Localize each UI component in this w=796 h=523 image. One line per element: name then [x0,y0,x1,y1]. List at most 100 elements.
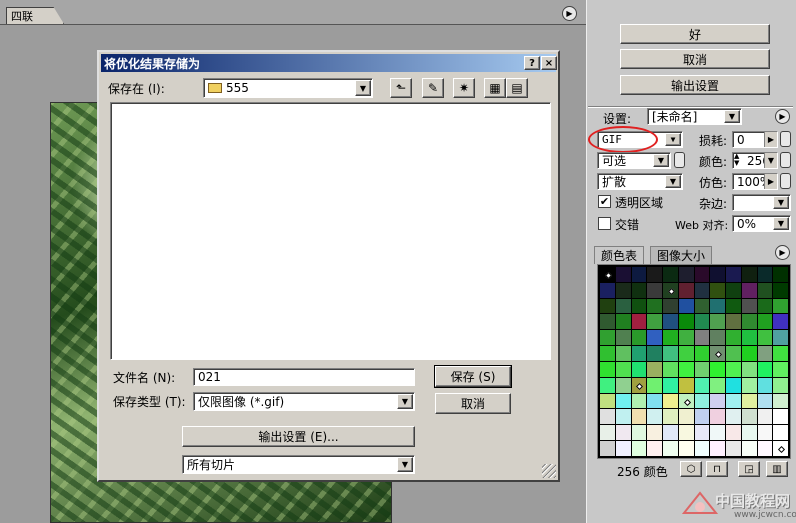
color-swatch[interactable] [773,314,788,330]
color-swatch[interactable] [678,282,694,298]
color-swatch[interactable] [773,298,788,314]
optimize-menu-arrow-icon[interactable]: ▶ [562,6,577,21]
color-swatch[interactable] [631,314,647,330]
color-swatch[interactable] [694,298,710,314]
color-swatch[interactable] [600,330,615,346]
color-swatch[interactable] [615,425,631,441]
color-swatch[interactable] [663,409,678,425]
color-swatch[interactable] [615,409,631,425]
color-swatch[interactable] [600,346,615,361]
dither-slider-arrow-icon[interactable]: ▶ [764,174,777,189]
color-swatch[interactable] [773,330,788,346]
color-swatch[interactable] [710,393,725,409]
color-swatch[interactable] [615,441,631,456]
color-swatch[interactable] [694,409,710,425]
color-swatch[interactable] [694,314,710,330]
tab-image-size[interactable]: 图像大小 [650,246,713,264]
color-swatch[interactable] [757,409,773,425]
color-swatch[interactable] [710,282,725,298]
web-snap-input[interactable]: 0% ▼ [732,215,791,232]
color-swatch[interactable] [678,441,694,456]
color-swatch[interactable] [741,409,757,425]
color-swatch[interactable] [741,361,757,377]
save-in-dropdown[interactable]: 555 ▼ [203,78,373,98]
color-swatch[interactable] [694,346,710,361]
color-swatch[interactable] [773,377,788,393]
color-swatch[interactable] [663,330,678,346]
color-swatch[interactable] [757,393,773,409]
color-swatch[interactable] [600,282,615,298]
color-swatch[interactable] [757,298,773,314]
color-swatch[interactable] [757,377,773,393]
color-swatch[interactable] [678,298,694,314]
chevron-down-icon[interactable]: ▼ [773,196,789,209]
color-swatch[interactable] [757,267,773,282]
color-swatch[interactable] [741,267,757,282]
color-swatch[interactable] [773,425,788,441]
color-swatch[interactable] [773,441,788,456]
color-swatch[interactable] [663,361,678,377]
color-swatch[interactable] [600,393,615,409]
color-swatch[interactable] [773,409,788,425]
color-swatch[interactable] [694,441,710,456]
color-swatch[interactable] [615,282,631,298]
color-swatch[interactable] [631,330,647,346]
color-swatch[interactable] [600,425,615,441]
color-swatch[interactable] [741,330,757,346]
color-swatch[interactable] [615,298,631,314]
color-swatch[interactable] [647,282,662,298]
color-swatch[interactable] [710,441,725,456]
color-swatch[interactable] [678,267,694,282]
color-swatch[interactable] [663,267,678,282]
colors-input[interactable]: ▲ ▼ 256 ▼ [732,152,778,169]
color-swatch[interactable] [663,346,678,361]
chevron-down-icon[interactable]: ▼ [665,133,681,146]
color-swatch[interactable] [757,346,773,361]
color-swatch[interactable] [678,425,694,441]
color-swatch[interactable] [710,346,725,361]
color-swatch[interactable] [663,298,678,314]
lossy-input[interactable]: 0 ▶ [732,131,778,148]
color-swatch[interactable] [710,314,725,330]
details-view-icon[interactable]: ▤ [506,78,528,98]
color-swatch[interactable] [710,330,725,346]
chevron-down-icon[interactable]: ▼ [665,175,681,188]
up-folder-icon[interactable]: ⬑ [390,78,412,98]
color-swatch[interactable] [694,361,710,377]
palette-dropdown[interactable]: 可选 ▼ [597,152,671,169]
color-swatch[interactable] [710,425,725,441]
color-swatch[interactable] [631,267,647,282]
color-swatch[interactable] [631,361,647,377]
color-swatch[interactable] [631,441,647,456]
color-swatch[interactable] [631,282,647,298]
list-view-icon[interactable]: ▦ [484,78,506,98]
color-swatch[interactable] [726,361,741,377]
dither-input[interactable]: 100% ▶ [732,173,778,190]
color-swatch[interactable] [726,346,741,361]
settings-menu-arrow-icon[interactable]: ▶ [775,109,790,124]
color-swatch[interactable] [710,267,725,282]
color-swatch[interactable] [694,377,710,393]
color-swatch[interactable] [741,298,757,314]
color-swatch[interactable] [741,282,757,298]
dither-method-dropdown[interactable]: 扩散 ▼ [597,173,683,190]
color-swatch[interactable] [678,346,694,361]
color-swatch[interactable] [757,330,773,346]
color-swatch[interactable] [694,330,710,346]
color-swatch[interactable] [647,393,662,409]
color-swatch[interactable] [694,282,710,298]
color-swatch[interactable] [647,377,662,393]
filename-input[interactable]: 021 [193,368,415,386]
color-swatch[interactable] [741,425,757,441]
color-swatch[interactable] [710,409,725,425]
color-swatch[interactable] [615,330,631,346]
color-swatch[interactable] [710,298,725,314]
color-swatch[interactable] [757,441,773,456]
color-swatch[interactable] [678,314,694,330]
slices-dropdown[interactable]: 所有切片 ▼ [182,455,415,474]
color-swatch[interactable] [647,298,662,314]
chevron-down-icon[interactable]: ▼ [397,457,413,472]
color-swatch[interactable] [694,393,710,409]
web-shift-icon[interactable]: ⬡ [680,461,702,477]
color-swatch[interactable] [600,409,615,425]
